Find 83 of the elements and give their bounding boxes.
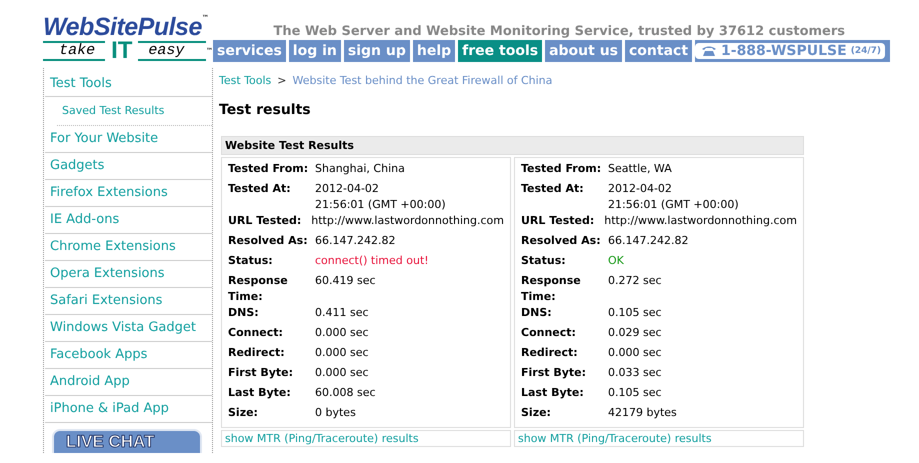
mtr-link[interactable]: show MTR (Ping/Traceroute) results [221, 430, 511, 447]
field-label: Tested At: [228, 181, 292, 197]
field-value: 0.105 sec [608, 305, 663, 321]
field-label: Size: [228, 405, 259, 421]
field-value: 0.000 sec [315, 345, 370, 361]
field-value: 0.033 sec [608, 365, 663, 381]
slogan-word: IT [110, 40, 134, 62]
sidebar-link[interactable]: For Your Website [45, 126, 212, 153]
field-label: URL Tested: [228, 213, 302, 229]
field-label: Redirect: [521, 345, 579, 361]
nav-tab[interactable]: about us [545, 40, 622, 62]
field-value: 60.008 sec [315, 385, 377, 401]
field-value: http://www.lastwordonnothing.com [604, 213, 797, 229]
field-label: DNS: [228, 305, 260, 321]
sidebar-link[interactable]: Saved Test Results [57, 97, 212, 126]
logo-name[interactable]: WebSitePulse [43, 14, 202, 40]
field-value: 0.000 sec [315, 325, 370, 341]
field-value: http://www.lastwordonnothing.com [311, 213, 504, 229]
sidebar-link[interactable]: Windows Vista Gadget [45, 315, 212, 342]
phone-number[interactable]: 1-888-WSPULSE (24/7) [695, 43, 886, 59]
nav-tab[interactable]: free tools [458, 40, 542, 62]
field-label: URL Tested: [521, 213, 596, 229]
sidebar-link[interactable]: Android App [45, 369, 212, 396]
field-value: Seattle, WA [608, 161, 673, 177]
field-value: 0.272 sec [608, 273, 663, 289]
nav-tab[interactable]: help [412, 40, 456, 62]
sidebar-link[interactable]: Test Tools [45, 68, 212, 97]
nav-tab[interactable]: log in [288, 40, 341, 62]
field-value: 0.411 sec [315, 305, 370, 321]
sidebar-link[interactable]: Safari Extensions [45, 288, 212, 315]
field-value: 0 bytes [315, 405, 357, 421]
field-value: 60.419 sec [315, 273, 377, 289]
slogan-word: take [43, 41, 106, 61]
field-value: 0.000 sec [315, 365, 370, 381]
sidebar-link[interactable]: Gadgets [45, 153, 212, 180]
field-value: OK [608, 253, 625, 269]
field-label: Size: [521, 405, 552, 421]
field-value: 0.029 sec [608, 325, 663, 341]
field-label: Response Time: [521, 273, 582, 305]
field-value: 0.105 sec [608, 385, 663, 401]
sidebar-link[interactable]: Facebook Apps [45, 342, 212, 369]
field-value: 2012-04-02 21:56:01 (GMT +00:00) [608, 181, 740, 213]
field-label: Last Byte: [521, 385, 585, 401]
breadcrumb-link[interactable]: Test Tools [219, 74, 272, 87]
field-label: Tested From: [521, 161, 602, 177]
tagline: The Web Server and Website Monitoring Service, trusted by 37612 customers [272, 23, 846, 40]
sidebar-link[interactable]: Chrome Extensions [45, 234, 212, 261]
nav-tab[interactable]: services [213, 40, 286, 62]
field-value: 42179 bytes [608, 405, 678, 421]
field-value: connect() timed out! [315, 253, 430, 269]
field-label: First Byte: [521, 365, 588, 381]
field-value: 2012-04-02 21:56:01 (GMT +00:00) [315, 181, 447, 213]
field-label: Tested At: [521, 181, 585, 197]
field-value: 0.000 sec [608, 345, 663, 361]
slogan-word: easy [138, 41, 206, 61]
nav-tab[interactable]: sign up [344, 40, 410, 62]
field-value: 66.147.242.82 [608, 233, 690, 249]
sidebar-link[interactable]: Opera Extensions [45, 261, 212, 288]
page-heading: Test results [219, 102, 312, 118]
nav-tab[interactable]: contact [625, 40, 692, 62]
telephone-icon [701, 45, 718, 57]
breadcrumb-current: Website Test behind the Great Firewall of China [292, 74, 552, 87]
field-label: Tested From: [228, 161, 310, 177]
field-label: Response Time: [228, 273, 289, 305]
field-value: Shanghai, China [315, 161, 406, 177]
field-label: Status: [521, 253, 567, 269]
field-label: Connect: [521, 325, 577, 341]
field-label: Resolved As: [521, 233, 602, 249]
field-label: Status: [228, 253, 274, 269]
sidebar-link[interactable]: IE Add-ons [45, 207, 212, 234]
mtr-link[interactable]: show MTR (Ping/Traceroute) results [514, 430, 804, 447]
field-label: Last Byte: [228, 385, 292, 401]
panel-title: Website Test Results [221, 136, 804, 155]
sidebar-link[interactable]: Firefox Extensions [45, 180, 212, 207]
field-label: Resolved As: [228, 233, 309, 249]
field-label: DNS: [521, 305, 553, 321]
field-label: First Byte: [228, 365, 294, 381]
sidebar-link[interactable]: iPhone & iPad App [45, 396, 212, 423]
field-label: Connect: [228, 325, 284, 341]
field-label: Redirect: [228, 345, 286, 361]
breadcrumb-separator: > [277, 74, 286, 87]
live-chat-button[interactable]: LIVE CHAT [52, 429, 202, 453]
field-value: 66.147.242.82 [315, 233, 396, 249]
